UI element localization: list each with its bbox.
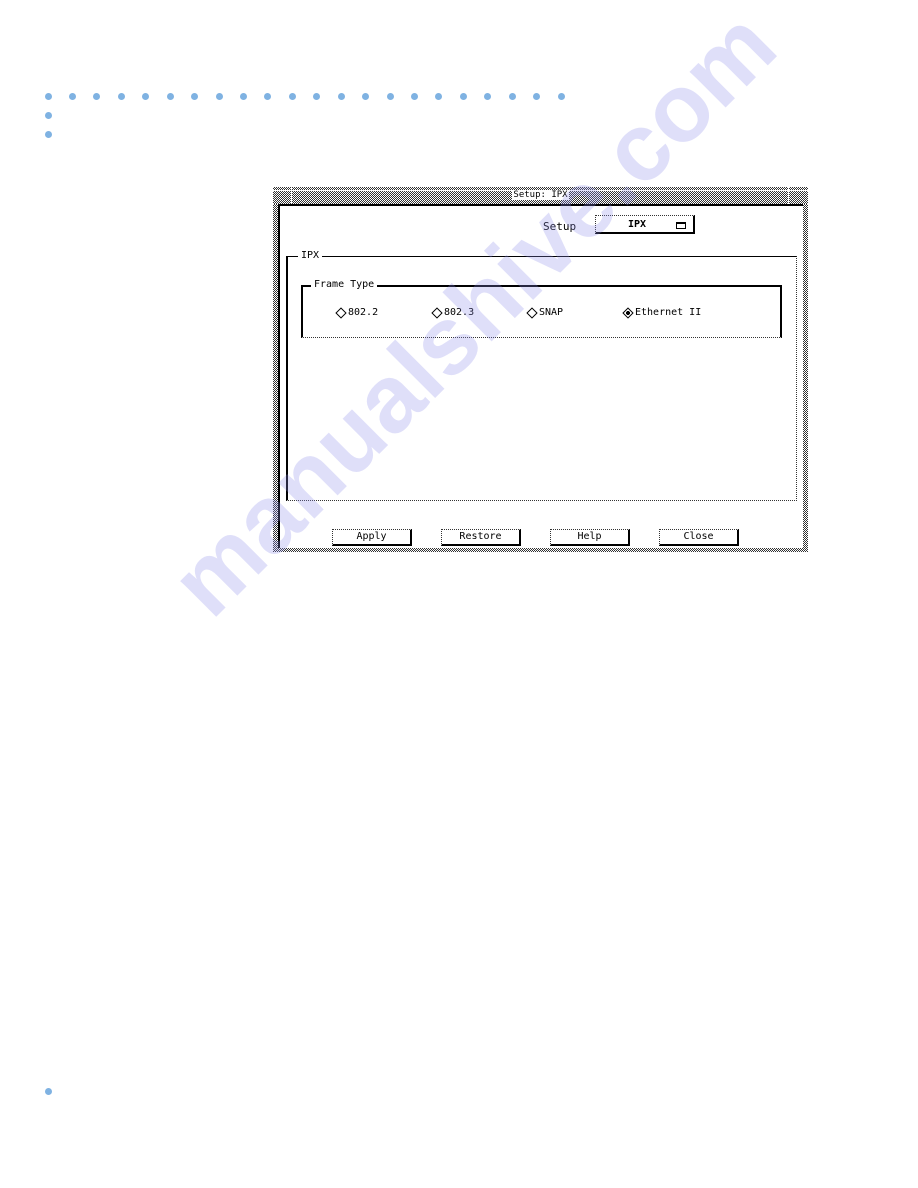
restore-button[interactable]: Restore <box>441 529 521 546</box>
radio-snap[interactable]: SNAP <box>526 306 564 319</box>
decorative-dot <box>239 92 247 100</box>
decorative-dot <box>215 92 223 100</box>
decorative-dot <box>44 111 52 119</box>
radio-diamond-icon <box>335 306 347 319</box>
window-border-right[interactable] <box>803 204 808 552</box>
setup-option-menu[interactable]: IPX <box>595 215 695 234</box>
radio-ethernet-ii[interactable]: Ethernet II <box>622 306 702 319</box>
window-title: Setup: IPX <box>512 190 569 200</box>
decorative-dot <box>44 1087 52 1095</box>
ipx-group-label: IPX <box>298 250 323 261</box>
setup-label: Setup <box>543 220 577 233</box>
decorative-dot <box>44 92 52 100</box>
decorative-dot <box>459 92 467 100</box>
decorative-dot <box>93 92 101 100</box>
decorative-dot <box>362 92 370 100</box>
decorative-dot <box>508 92 516 100</box>
frame-type-group-box: Frame Type 802.2 802.3 SNAP Ethernet II <box>301 279 782 338</box>
status-separator <box>280 548 803 549</box>
setup-ipx-window: Setup: IPX Setup IPX IPX Frame Type 802.… <box>273 187 808 552</box>
decorative-dot <box>410 92 418 100</box>
decorative-dot <box>484 92 492 100</box>
radio-label: 802.3 <box>444 307 475 318</box>
radio-label: Ethernet II <box>635 307 702 318</box>
setup-selected-value: IPX <box>627 219 647 230</box>
radio-diamond-selected-icon <box>622 306 634 319</box>
ipx-group-box: IPX Frame Type 802.2 802.3 SNAP Ethernet… <box>286 250 797 501</box>
radio-802-2[interactable]: 802.2 <box>335 306 379 319</box>
close-button[interactable]: Close <box>659 529 739 546</box>
decorative-dot <box>68 92 76 100</box>
help-button[interactable]: Help <box>550 529 630 546</box>
window-client-area: Setup IPX IPX Frame Type 802.2 802.3 SNA <box>278 206 803 549</box>
decorative-dot <box>166 92 174 100</box>
decorative-dot <box>44 130 52 138</box>
radio-label: SNAP <box>539 307 564 318</box>
decorative-dot <box>117 92 125 100</box>
decorative-dot <box>142 92 150 100</box>
radio-diamond-icon <box>526 306 538 319</box>
decorative-dot <box>435 92 443 100</box>
decorative-dot <box>191 92 199 100</box>
decorative-dot <box>337 92 345 100</box>
radio-diamond-icon <box>431 306 443 319</box>
apply-button[interactable]: Apply <box>332 529 412 546</box>
frame-type-label: Frame Type <box>311 279 378 290</box>
decorative-dot <box>313 92 321 100</box>
option-menu-icon <box>676 222 686 229</box>
decorative-dot <box>288 92 296 100</box>
decorative-dot <box>386 92 394 100</box>
decorative-dot <box>533 92 541 100</box>
radio-802-3[interactable]: 802.3 <box>431 306 475 319</box>
radio-label: 802.2 <box>348 307 379 318</box>
decorative-dot <box>264 92 272 100</box>
decorative-dot <box>557 92 565 100</box>
